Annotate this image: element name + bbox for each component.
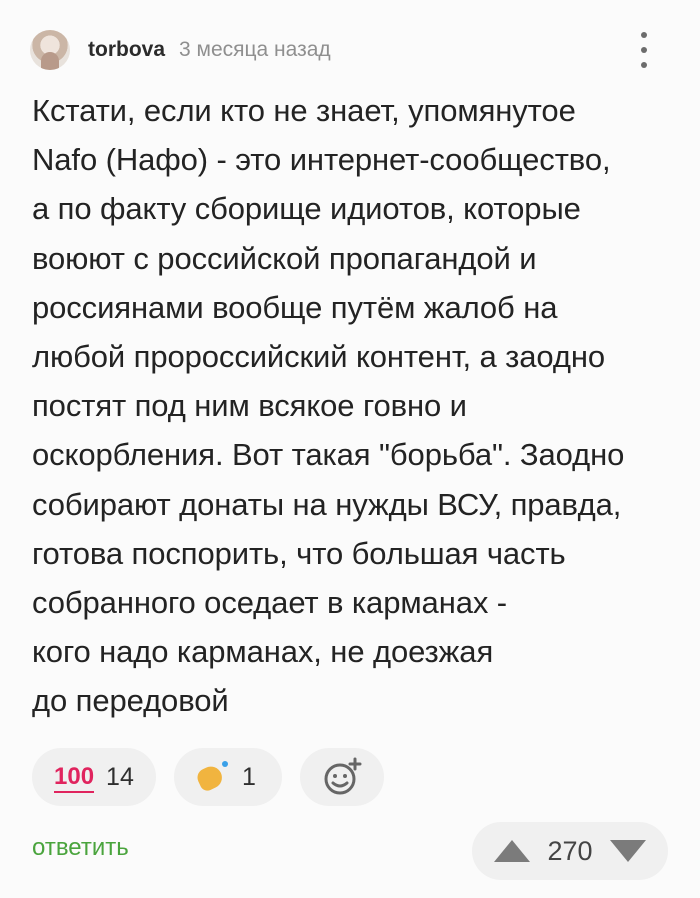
author-name[interactable]: torbova [88,38,165,62]
score: 270 [547,835,593,866]
reaction-hundred[interactable]: 100 14 [32,748,156,806]
reactions-bar: 100 14 1 [32,748,384,806]
reply-link[interactable]: ответить [32,834,129,862]
hundred-points-icon: 100 [54,763,95,793]
add-emoji-icon [324,757,362,795]
vote-widget: 270 [472,822,668,880]
upvote-icon[interactable] [494,840,530,862]
add-reaction-button[interactable] [300,748,384,806]
avatar[interactable] [30,30,70,70]
clapping-hands-icon [194,761,228,794]
reaction-clap[interactable]: 1 [174,748,282,806]
downvote-icon[interactable] [610,840,646,862]
reaction-count: 1 [242,762,256,791]
comment-header: torbova 3 месяца назад [30,30,670,70]
reaction-count: 14 [106,762,134,791]
comment-time: 3 месяца назад [179,38,331,61]
more-options-icon[interactable] [636,32,652,68]
comment-text: Кстати, если кто не знает, упомянутое Na… [32,93,625,719]
